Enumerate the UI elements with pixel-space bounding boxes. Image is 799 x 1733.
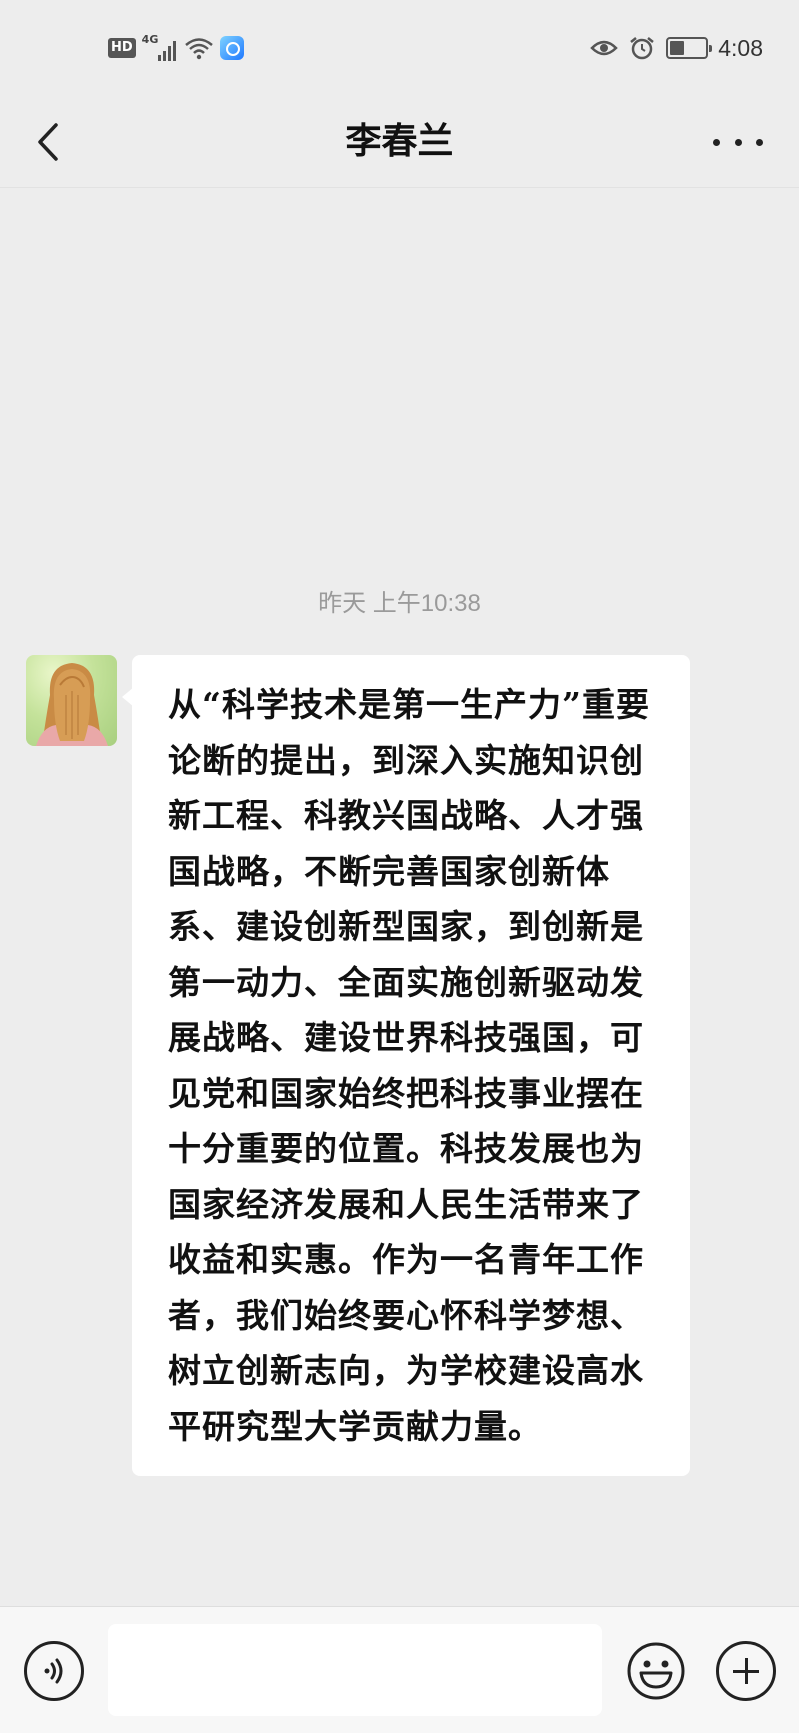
voice-icon (44, 1658, 63, 1684)
emoji-icon (627, 1642, 685, 1700)
signal-icon: 4G (141, 33, 178, 61)
network-type: 4G (141, 33, 159, 46)
message-bubble[interactable]: 从“科学技术是第一生产力”重要论断的提出，到深入实施知识创新工程、科教兴国战略、… (122, 655, 690, 1476)
more-dots-icon (713, 138, 720, 146)
chat-title: 李春兰 (345, 120, 454, 162)
status-time: 4:08 (718, 34, 763, 61)
voice-button[interactable] (24, 1641, 84, 1701)
wifi-icon (184, 38, 213, 60)
hd-icon: HD (108, 38, 136, 58)
battery-icon (666, 37, 713, 59)
eye-icon (590, 40, 619, 56)
emoji-button[interactable] (626, 1641, 686, 1701)
message-row: 从“科学技术是第一生产力”重要论断的提出，到深入实施知识创新工程、科教兴国战略、… (122, 655, 690, 1476)
status-right: 4:08 (590, 34, 763, 62)
chat-input-bar (0, 1606, 799, 1733)
message-text: 从“科学技术是第一生产力”重要论断的提出，到深入实施知识创新工程、科教兴国战略、… (168, 685, 650, 1446)
plus-button[interactable] (716, 1641, 776, 1701)
contact-avatar[interactable] (26, 655, 117, 746)
status-left: HD 4G (108, 33, 244, 62)
avatar-image (36, 663, 108, 746)
more-button[interactable] (713, 122, 763, 162)
app-notification-icon (219, 36, 244, 60)
message-input[interactable] (108, 1624, 602, 1716)
alarm-icon (630, 37, 655, 60)
message-timestamp: 昨天 上午10:38 (318, 590, 481, 617)
status-bar: HD 4G 4:08 (0, 0, 799, 96)
chat-header: 李春兰 (0, 96, 799, 188)
